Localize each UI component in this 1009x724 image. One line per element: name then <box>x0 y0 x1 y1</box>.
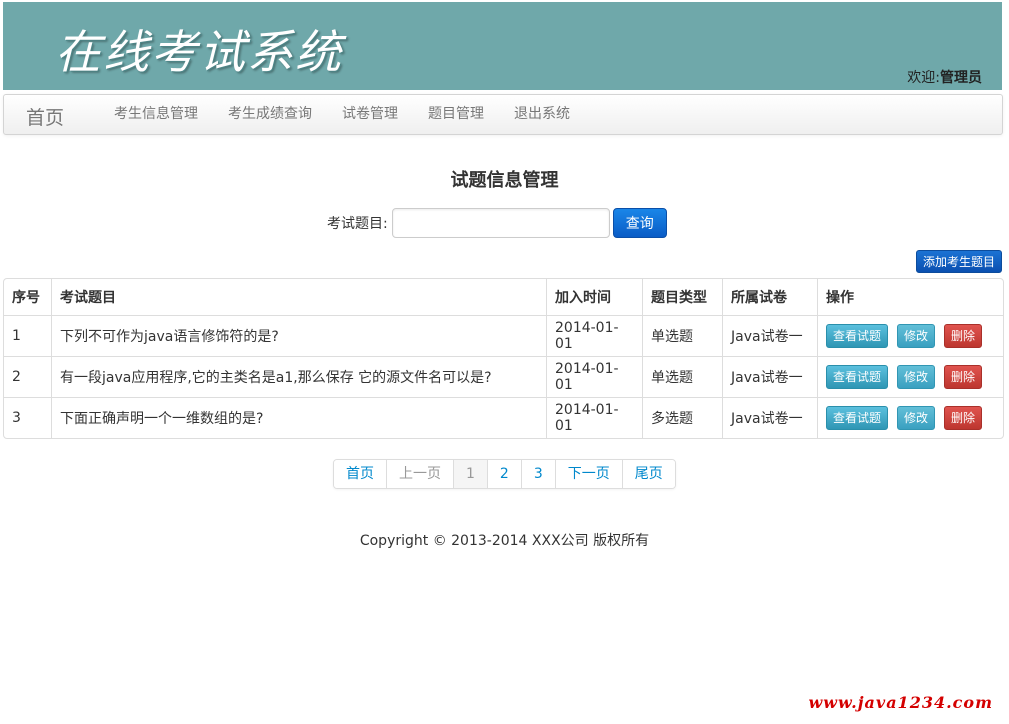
nav-item-question-manage[interactable]: 题目管理 <box>413 95 499 134</box>
cell-date: 2014-01-01 <box>546 356 643 398</box>
view-question-button[interactable]: 查看试题 <box>826 365 889 389</box>
cell-actions: 查看试题 修改 删除 <box>817 397 1003 438</box>
nav-item-score-query[interactable]: 考生成绩查询 <box>213 95 327 134</box>
cell-question: 下列不可作为java语言修饰符的是? <box>51 315 547 357</box>
col-header-date: 加入时间 <box>546 279 643 316</box>
search-input[interactable] <box>391 208 610 238</box>
nav-item-student-info[interactable]: 考生信息管理 <box>99 95 213 134</box>
page-next[interactable]: 下一页 <box>554 460 622 488</box>
cell-paper: Java试卷一 <box>722 397 818 438</box>
page-first[interactable]: 首页 <box>334 460 386 488</box>
cell-question: 有一段java应用程序,它的主类名是a1,那么保存 它的源文件名可以是? <box>51 356 547 398</box>
page-2[interactable]: 2 <box>486 460 521 488</box>
footer-copyright: Copyright © 2013-2014 XXX公司 版权所有 <box>359 533 650 549</box>
edit-button[interactable]: 修改 <box>897 324 936 348</box>
delete-button[interactable]: 删除 <box>944 365 983 389</box>
col-header-type: 题目类型 <box>642 279 723 316</box>
table-row: 3 下面正确声明一个一维数组的是? 2014-01-01 多选题 Java试卷一… <box>4 397 1003 438</box>
page-title: 试题信息管理 <box>450 170 559 191</box>
search-button[interactable]: 查询 <box>612 208 667 238</box>
cell-id: 1 <box>4 315 52 357</box>
nav-item-paper-manage[interactable]: 试卷管理 <box>327 95 413 134</box>
cell-date: 2014-01-01 <box>546 315 643 357</box>
questions-table: 序号 考试题目 加入时间 题目类型 所属试卷 操作 1 下列不可作为java语言… <box>3 278 1004 439</box>
edit-button[interactable]: 修改 <box>897 365 936 389</box>
col-header-actions: 操作 <box>817 279 1003 316</box>
cell-paper: Java试卷一 <box>722 315 818 357</box>
add-question-button[interactable]: 添加考生题目 <box>915 250 1002 273</box>
delete-button[interactable]: 删除 <box>944 406 983 430</box>
nav-items: 考生信息管理 考生成绩查询 试卷管理 题目管理 退出系统 <box>99 95 585 134</box>
nav-home-link[interactable]: 首页 <box>26 103 64 130</box>
cell-id: 3 <box>4 397 52 438</box>
navbar: 首页 考生信息管理 考生成绩查询 试卷管理 题目管理 退出系统 <box>3 94 1003 135</box>
cell-question: 下面正确声明一个一维数组的是? <box>51 397 547 438</box>
watermark: www.java1234.com <box>808 693 993 712</box>
view-question-button[interactable]: 查看试题 <box>826 406 889 430</box>
search-label: 考试题目: <box>327 216 388 232</box>
table-header-row: 序号 考试题目 加入时间 题目类型 所属试卷 操作 <box>4 279 1003 316</box>
table-row: 2 有一段java应用程序,它的主类名是a1,那么保存 它的源文件名可以是? 2… <box>4 356 1003 398</box>
col-header-paper: 所属试卷 <box>722 279 818 316</box>
view-question-button[interactable]: 查看试题 <box>826 324 889 348</box>
cell-paper: Java试卷一 <box>722 356 818 398</box>
page-last[interactable]: 尾页 <box>621 460 675 488</box>
cell-type: 多选题 <box>642 397 723 438</box>
table-row: 1 下列不可作为java语言修饰符的是? 2014-01-01 单选题 Java… <box>4 315 1003 357</box>
edit-button[interactable]: 修改 <box>897 406 936 430</box>
delete-button[interactable]: 删除 <box>944 324 983 348</box>
page-1[interactable]: 1 <box>453 460 487 488</box>
cell-actions: 查看试题 修改 删除 <box>817 315 1003 357</box>
col-header-id: 序号 <box>12 290 40 306</box>
cell-type: 单选题 <box>642 315 723 357</box>
col-header-question: 考试题目 <box>51 279 547 316</box>
welcome-prefix: 欢迎: <box>907 70 940 86</box>
pagination: 首页 上一页 1 2 3 下一页 尾页 <box>333 459 676 489</box>
nav-item-logout[interactable]: 退出系统 <box>499 95 585 134</box>
cell-date: 2014-01-01 <box>546 397 643 438</box>
cell-actions: 查看试题 修改 删除 <box>817 356 1003 398</box>
cell-type: 单选题 <box>642 356 723 398</box>
welcome-user: 管理员 <box>940 70 982 86</box>
page-3[interactable]: 3 <box>520 460 555 488</box>
cell-id: 2 <box>4 356 52 398</box>
page-prev[interactable]: 上一页 <box>386 460 453 488</box>
site-title: 在线考试系统 <box>55 25 343 79</box>
header-banner: 在线考试系统 欢迎:管理员 <box>3 2 1002 90</box>
welcome-text: 欢迎:管理员 <box>907 67 982 87</box>
search-form: 考试题目: 查询 <box>327 208 667 238</box>
